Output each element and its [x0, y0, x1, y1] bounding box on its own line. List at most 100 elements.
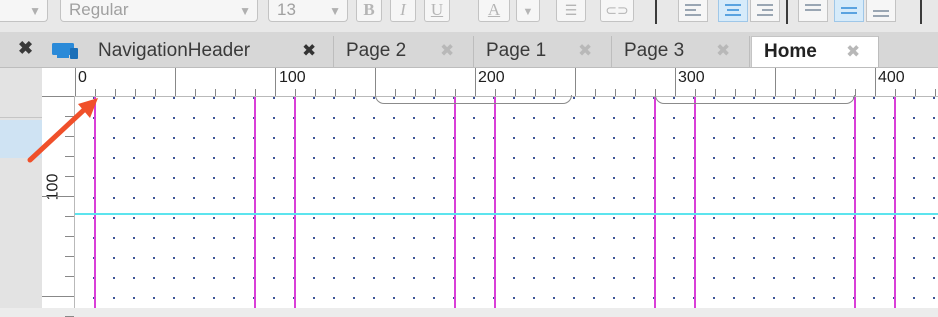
row-guide	[75, 213, 938, 215]
close-panel-button[interactable]: ✖	[18, 38, 33, 59]
tab-label: Page 2	[346, 40, 407, 61]
ruler-tick	[375, 68, 376, 96]
ruler-tick	[115, 89, 116, 96]
link-button[interactable]: ⊂⊃	[600, 0, 634, 22]
ruler-tick	[65, 236, 74, 237]
ruler-tick	[65, 256, 74, 257]
tab-home[interactable]: Home ✖	[751, 36, 879, 67]
link-icon: ⊂⊃	[605, 4, 629, 19]
ruler-label: 300	[678, 69, 705, 86]
design-canvas[interactable]	[75, 95, 938, 308]
font-family-select[interactable]: ▼	[0, 0, 48, 22]
toolbar-divider	[920, 0, 922, 24]
ruler-tick	[915, 89, 916, 96]
chevron-down-icon: ▼	[329, 4, 341, 18]
toolbar-divider	[786, 0, 788, 24]
valign-bottom-button[interactable]	[866, 0, 896, 22]
ruler-tick	[175, 68, 176, 96]
ruler-tick	[155, 89, 156, 96]
canvas-element-bracket[interactable]	[375, 95, 572, 104]
ruler-tick	[42, 196, 74, 197]
ruler-tick	[42, 296, 74, 297]
ruler-tick	[235, 89, 236, 96]
align-right-button[interactable]	[750, 0, 780, 22]
toolbar-divider	[655, 0, 657, 24]
tab-page-2[interactable]: Page 2 ✖	[334, 36, 474, 67]
close-icon[interactable]: ✖	[846, 37, 860, 67]
ruler-label: 400	[878, 69, 905, 86]
ruler-tick	[215, 89, 216, 96]
close-icon[interactable]: ✖	[716, 36, 730, 66]
text-color-button[interactable]: A	[478, 0, 510, 22]
valign-bottom-icon	[873, 10, 889, 20]
tab-label: Home	[764, 41, 817, 62]
column-guide	[454, 97, 456, 308]
ruler-tick	[65, 176, 74, 177]
italic-button[interactable]: I	[390, 0, 416, 22]
valign-middle-button[interactable]	[834, 0, 864, 22]
ruler-tick	[615, 89, 616, 96]
ruler-tick	[255, 89, 256, 96]
tab-navigationheader[interactable]: NavigationHeader ✖	[86, 36, 334, 67]
close-icon[interactable]: ✖	[302, 36, 316, 66]
ruler-tick	[895, 89, 896, 96]
ruler-tick	[335, 89, 336, 96]
close-icon[interactable]: ✖	[578, 36, 592, 66]
ruler-tick	[355, 89, 356, 96]
canvas-element-bracket[interactable]	[655, 95, 855, 104]
chevron-down-icon: ▼	[29, 4, 41, 18]
tab-label: Page 3	[624, 40, 685, 61]
ruler-tick	[575, 68, 576, 96]
horizontal-ruler[interactable]: 0 100 200 300 400	[74, 68, 938, 97]
align-left-icon	[685, 4, 701, 19]
column-guide	[254, 97, 256, 308]
ruler-tick	[635, 89, 636, 96]
ruler-label: 0	[78, 69, 87, 86]
bold-button[interactable]: B	[356, 0, 382, 22]
ruler-label: 100	[279, 69, 306, 86]
ruler-tick	[135, 89, 136, 96]
align-left-button[interactable]	[678, 0, 708, 22]
ruler-tick	[775, 68, 776, 96]
column-guide	[854, 97, 856, 308]
close-icon[interactable]: ✖	[440, 36, 454, 66]
underline-button[interactable]: U	[424, 0, 450, 22]
chevron-down-icon: ▼	[239, 4, 251, 18]
text-color-dropdown[interactable]: ▼	[516, 0, 540, 22]
ruler-tick	[855, 89, 856, 96]
ruler-tick	[475, 68, 476, 96]
ruler-tick	[675, 68, 676, 96]
valign-top-button[interactable]	[798, 0, 828, 22]
device-preview-icon[interactable]	[50, 42, 80, 60]
column-guide	[654, 97, 656, 308]
chevron-down-icon: ▼	[522, 6, 534, 18]
ruler-tick	[595, 89, 596, 96]
column-guide	[694, 97, 696, 308]
valign-middle-icon	[841, 7, 857, 17]
list-icon: ☰	[564, 4, 578, 19]
font-style-select[interactable]: Regular ▼	[60, 0, 258, 22]
align-center-icon	[725, 4, 741, 19]
font-size-value: 13	[277, 0, 296, 19]
font-size-select[interactable]: 13 ▼	[268, 0, 348, 22]
ruler-tick	[875, 68, 876, 96]
ruler-corner	[42, 68, 75, 97]
ruler-tick	[75, 68, 76, 96]
font-style-value: Regular	[69, 0, 129, 19]
align-center-button[interactable]	[718, 0, 748, 22]
ruler-tick	[315, 89, 316, 96]
ruler-tick	[295, 89, 296, 96]
column-guide	[494, 97, 496, 308]
column-guide	[294, 97, 296, 308]
tab-label: NavigationHeader	[98, 40, 251, 61]
tab-page-3[interactable]: Page 3 ✖	[612, 36, 750, 67]
page-tab-bar: ✖ NavigationHeader ✖ Page 2 ✖ Page 1 ✖ P…	[0, 32, 938, 68]
valign-top-icon	[805, 4, 821, 14]
tab-label: Page 1	[486, 40, 547, 61]
ruler-label: 200	[478, 69, 505, 86]
ruler-tick	[65, 276, 74, 277]
ruler-tick	[65, 216, 74, 217]
tab-page-1[interactable]: Page 1 ✖	[474, 36, 612, 67]
column-guide	[894, 97, 896, 308]
list-button[interactable]: ☰	[556, 0, 586, 22]
